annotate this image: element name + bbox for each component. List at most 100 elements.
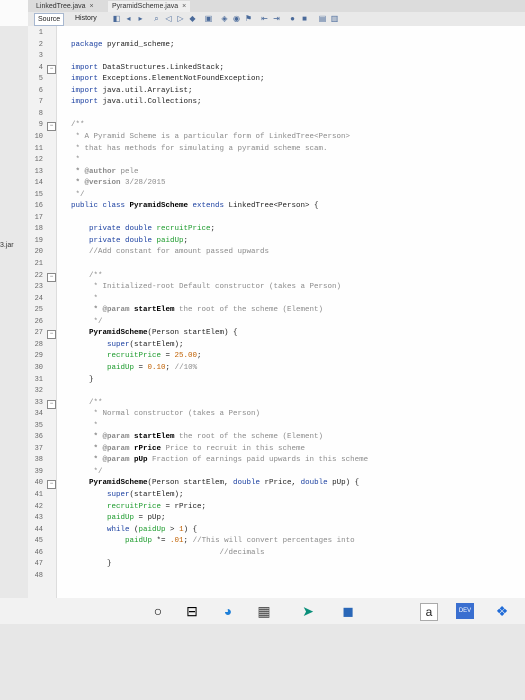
- code-token: * @param: [71, 456, 130, 465]
- code-line[interactable]: import java.util.Collections;: [71, 98, 202, 106]
- task-view-icon[interactable]: ⊟: [184, 603, 200, 619]
- line-number: 4: [38, 63, 43, 72]
- code-line[interactable]: import java.util.ArrayList;: [71, 87, 193, 95]
- toggle-highlight-icon[interactable]: ◆: [188, 14, 197, 23]
- code-line[interactable]: import DataStructures.LinkedStack;: [71, 64, 224, 72]
- code-line[interactable]: */: [71, 468, 103, 476]
- code-line[interactable]: * @param startElem the root of the schem…: [71, 306, 324, 314]
- code-line[interactable]: package pyramid_scheme;: [71, 41, 175, 49]
- close-icon[interactable]: ×: [90, 3, 94, 10]
- code-line[interactable]: recruitPrice = rPrice;: [71, 503, 206, 511]
- code-line[interactable]: */: [71, 191, 85, 199]
- edge-browser-icon[interactable]: ◕: [220, 603, 236, 619]
- jar-label[interactable]: 3.jar: [0, 242, 14, 249]
- line-number: 7: [38, 98, 43, 107]
- code-line[interactable]: * that has methods for simulating a pyra…: [71, 145, 328, 153]
- forward-icon[interactable]: ▸: [136, 14, 145, 23]
- stop-macro-icon[interactable]: ■: [300, 14, 309, 23]
- prev-occurrence-icon[interactable]: ◁: [164, 14, 173, 23]
- close-icon[interactable]: ×: [182, 3, 186, 10]
- code-line[interactable]: import Exceptions.ElementNotFoundExcepti…: [71, 75, 265, 83]
- code-line[interactable]: /**: [71, 399, 103, 407]
- fold-toggle-icon[interactable]: −: [47, 272, 56, 282]
- code-line[interactable]: /**: [71, 272, 103, 280]
- code-line[interactable]: PyramidScheme(Person startElem) {: [71, 329, 238, 337]
- editor-toolbar: Source History ◧ ◂ ▸ ⌕ ◁ ▷ ◆ ▣ ◈ ◉ ⚑ ⇤ ⇥…: [28, 12, 525, 27]
- fold-toggle-icon[interactable]: −: [47, 64, 56, 74]
- code-line[interactable]: * A Pyramid Scheme is a particular form …: [71, 133, 351, 141]
- code-line[interactable]: * Initialized-root Default constructor (…: [71, 283, 342, 291]
- code-line[interactable]: * @version 3/28/2015: [71, 179, 166, 187]
- code-line[interactable]: private double paidUp;: [71, 237, 188, 245]
- code-line[interactable]: }: [71, 560, 112, 568]
- code-line[interactable]: super(startElem);: [71, 341, 184, 349]
- code-line[interactable]: }: [71, 376, 94, 384]
- code-line[interactable]: /**: [71, 121, 85, 129]
- code-token: while: [71, 525, 130, 534]
- code-line[interactable]: paidUp *= .01; //This will convert perce…: [71, 537, 355, 545]
- code-token: =: [134, 363, 148, 372]
- code-token: import: [71, 98, 99, 107]
- toggle-rect-select-icon[interactable]: ▣: [204, 14, 213, 23]
- uncomment-icon[interactable]: ▥: [330, 14, 339, 23]
- search-icon[interactable]: ⌕: [152, 14, 161, 23]
- dropbox-icon[interactable]: ❖: [494, 603, 510, 619]
- code-line[interactable]: * @param rPrice Price to recruit in this…: [71, 445, 306, 453]
- back-icon[interactable]: ◂: [124, 14, 133, 23]
- line-number: 33: [34, 398, 43, 407]
- line-number: 24: [34, 294, 43, 303]
- devlogo-icon[interactable]: DEV: [456, 603, 474, 619]
- shift-right-icon[interactable]: ⇥: [272, 14, 281, 23]
- code-line[interactable]: while (paidUp > 1) {: [71, 526, 197, 534]
- code-line[interactable]: * @param startElem the root of the schem…: [71, 433, 324, 441]
- fold-toggle-icon[interactable]: −: [47, 399, 56, 409]
- code-line[interactable]: super(startElem);: [71, 491, 184, 499]
- sendto-icon[interactable]: ➤: [300, 603, 316, 619]
- toggle-bookmark-icon[interactable]: ⚑: [244, 14, 253, 23]
- code-line[interactable]: recruitPrice = 25.00;: [71, 352, 202, 360]
- projects-pane: 3.jar: [0, 26, 28, 598]
- fold-toggle-icon[interactable]: −: [47, 330, 56, 340]
- code-line[interactable]: paidUp = pUp;: [71, 514, 166, 522]
- line-number: 11: [34, 144, 43, 153]
- code-token: }: [71, 560, 112, 569]
- code-line[interactable]: public class PyramidScheme extends Linke…: [71, 202, 319, 210]
- code-line[interactable]: //decimals: [71, 549, 265, 557]
- code-token: Exceptions.ElementNotFoundException;: [98, 75, 265, 84]
- tab-label: LinkedTree.java: [36, 3, 86, 10]
- code-token: recruitPrice: [152, 225, 211, 234]
- line-number: 41: [34, 491, 43, 499]
- store-icon[interactable]: ▦: [256, 603, 272, 619]
- code-line[interactable]: *: [71, 295, 99, 303]
- code-line[interactable]: PyramidScheme(Person startElem, double r…: [71, 479, 359, 487]
- next-occurrence-icon[interactable]: ▷: [176, 14, 185, 23]
- code-token: java.util.ArrayList;: [98, 86, 193, 95]
- netbeans-icon[interactable]: ◼: [340, 603, 356, 619]
- next-bookmark-icon[interactable]: ◉: [232, 14, 241, 23]
- code-line[interactable]: */: [71, 318, 103, 326]
- line-number: 5: [38, 75, 43, 84]
- line-number: 31: [34, 375, 43, 384]
- shift-left-icon[interactable]: ⇤: [260, 14, 269, 23]
- tab-pyramidscheme[interactable]: PyramidScheme.java ×: [108, 1, 191, 12]
- code-line[interactable]: * @author pele: [71, 168, 139, 176]
- code-line[interactable]: *: [71, 422, 99, 430]
- start-circle-icon[interactable]: ○: [150, 603, 166, 619]
- tab-linkedtree[interactable]: LinkedTree.java ×: [32, 1, 98, 12]
- start-macro-icon[interactable]: ●: [288, 14, 297, 23]
- code-line[interactable]: *: [71, 156, 81, 164]
- source-button[interactable]: Source: [34, 13, 65, 26]
- comment-icon[interactable]: ▤: [318, 14, 327, 23]
- amazon-icon[interactable]: a: [420, 603, 438, 621]
- code-line[interactable]: * Normal constructor (takes a Person): [71, 410, 261, 418]
- code-token: paidUp: [71, 514, 135, 523]
- prev-bookmark-icon[interactable]: ◈: [220, 14, 229, 23]
- code-line[interactable]: //Add constant for amount passed upwards: [71, 248, 269, 256]
- code-line[interactable]: private double recruitPrice;: [71, 225, 215, 233]
- history-button[interactable]: History: [72, 13, 100, 24]
- code-line[interactable]: * @param pUp Fraction of earnings paid u…: [71, 456, 369, 465]
- code-line[interactable]: paidUp = 0.10; //10%: [71, 364, 197, 372]
- last-edit-icon[interactable]: ◧: [112, 14, 121, 23]
- fold-toggle-icon[interactable]: −: [47, 122, 56, 132]
- fold-toggle-icon[interactable]: −: [47, 480, 56, 490]
